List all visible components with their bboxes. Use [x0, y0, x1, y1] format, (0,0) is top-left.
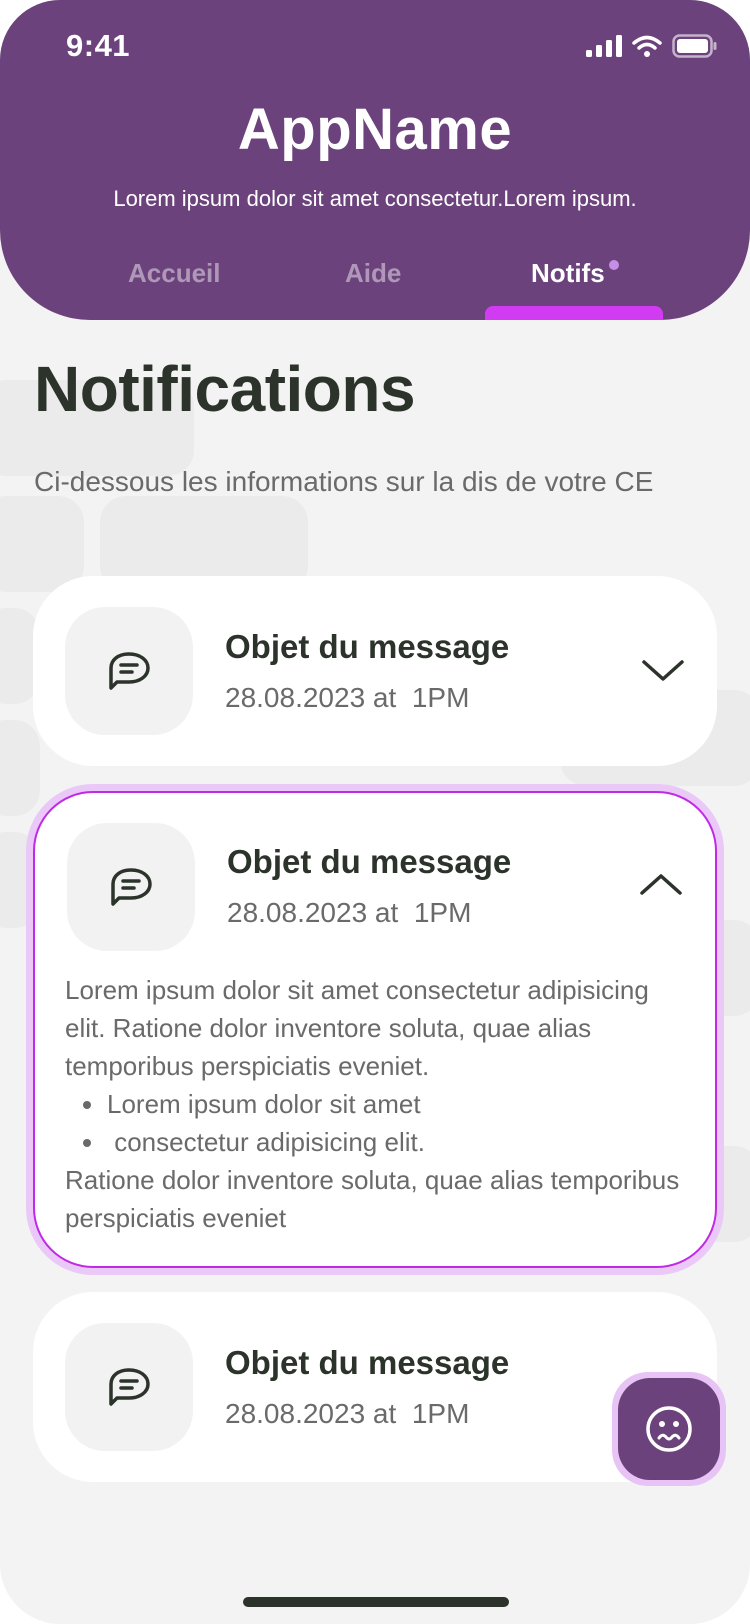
message-icon-container [65, 1323, 193, 1451]
app-name: AppName [237, 97, 513, 162]
page-description: Ci-dessous les informations sur la dis d… [34, 466, 654, 497]
bullet-item: consectetur adipisicing elit. [79, 1123, 685, 1161]
status-time: 9:41 [66, 28, 131, 63]
message-icon [109, 652, 150, 690]
message-icon [109, 1368, 150, 1406]
notification-bullet-list: Lorem ipsum dolor sit amet consectetur a… [65, 1085, 685, 1161]
face-icon [646, 1406, 692, 1452]
notification-card-expanded[interactable]: Objet du message 28.08.2023 at 1PM Lorem… [33, 791, 717, 1268]
message-icon-container [67, 823, 195, 951]
notification-title: Objet du message [225, 1344, 510, 1381]
tab-accueil[interactable]: Accueil [128, 258, 221, 289]
background-decoration [0, 720, 40, 816]
notification-date: 28.08.2023 at 1PM [225, 1398, 470, 1429]
chevron-up-icon[interactable] [639, 871, 683, 897]
phone-screen: 9:41 AppName Lorem ipsum dolor sit amet … [0, 0, 750, 1624]
message-icon [111, 868, 152, 906]
notification-body-outro: Ratione dolor inventore soluta, quae ali… [65, 1165, 680, 1233]
wifi-icon [632, 35, 662, 57]
cellular-signal-icon [586, 35, 622, 57]
notification-date: 28.08.2023 at 1PM [227, 897, 472, 928]
notification-title: Objet du message [225, 628, 510, 665]
message-icon-container [65, 607, 193, 735]
home-indicator[interactable] [243, 1597, 509, 1607]
battery-icon [672, 34, 717, 58]
chevron-down-icon[interactable] [641, 658, 685, 684]
notification-badge-dot [608, 260, 619, 270]
tab-notifs[interactable]: Notifs [531, 258, 619, 289]
notification-body-intro: Lorem ipsum dolor sit amet consectetur a… [65, 975, 649, 1081]
notification-date: 28.08.2023 at 1PM [225, 682, 470, 713]
tab-notifs-label: Notifs [531, 258, 605, 288]
app-header: 9:41 AppName Lorem ipsum dolor sit amet … [0, 0, 750, 320]
notification-title: Objet du message [227, 843, 512, 880]
background-decoration [0, 496, 84, 592]
status-icons [586, 32, 718, 60]
notification-body: Lorem ipsum dolor sit amet consectetur a… [65, 971, 685, 1237]
page-title: Notifications [34, 353, 416, 425]
help-fab-button[interactable] [618, 1378, 720, 1480]
notification-card[interactable]: Objet du message 28.08.2023 at 1PM [33, 576, 717, 766]
bullet-item: Lorem ipsum dolor sit amet [79, 1085, 685, 1123]
tab-aide[interactable]: Aide [345, 258, 401, 289]
active-tab-indicator [485, 306, 663, 320]
app-subtitle: Lorem ipsum dolor sit amet consectetur.L… [113, 186, 637, 211]
